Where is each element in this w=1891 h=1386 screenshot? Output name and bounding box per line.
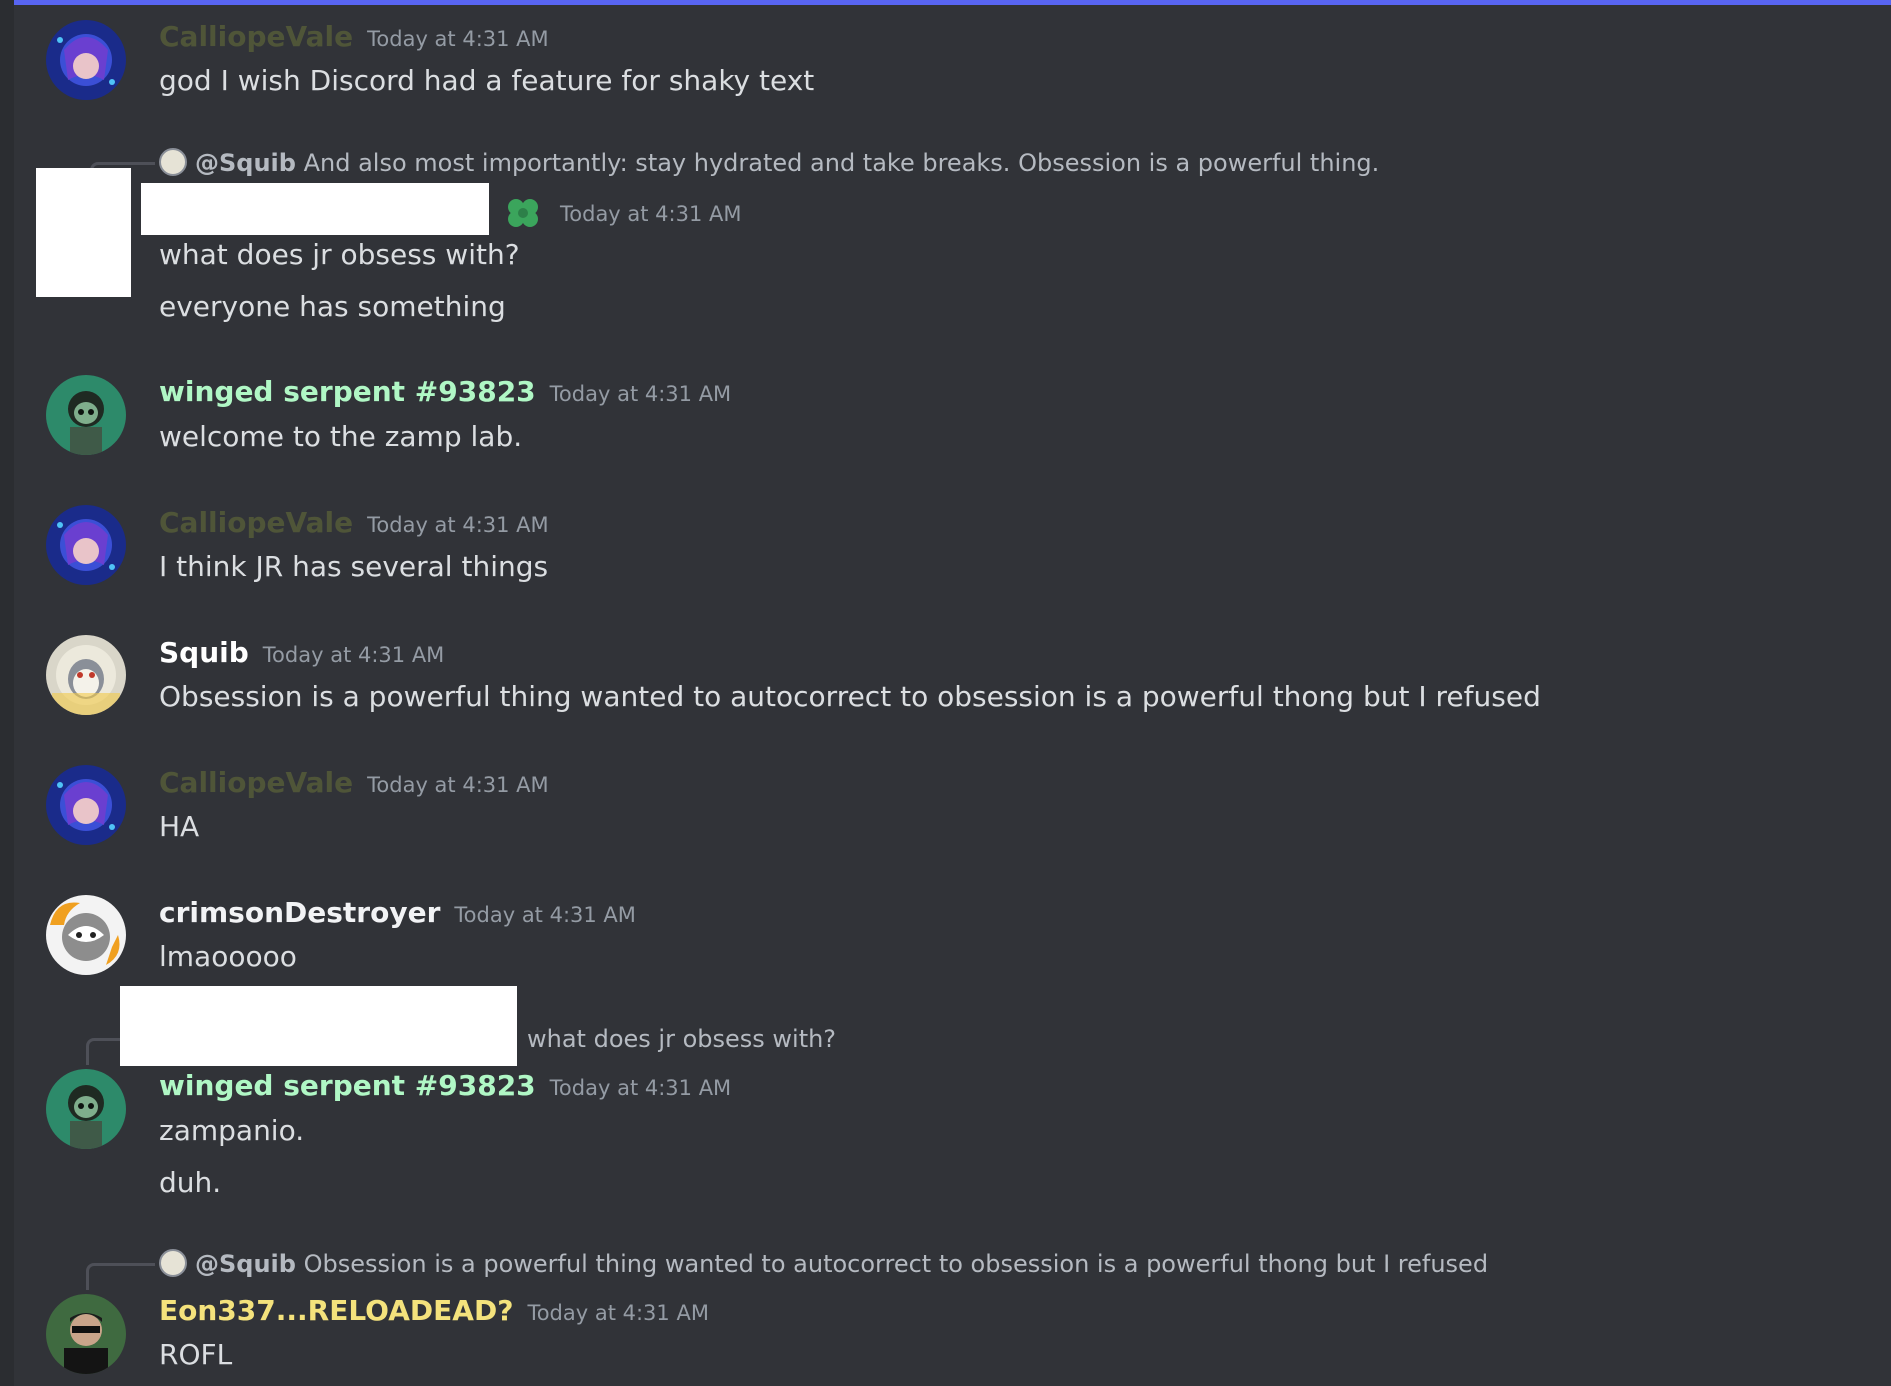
- redacted-reply-author: [120, 986, 517, 1066]
- username[interactable]: winged serpent #93823: [159, 375, 536, 408]
- message-text: welcome to the zamp lab.: [159, 420, 523, 453]
- message-text: HA: [159, 810, 200, 843]
- redacted-avatar: [36, 168, 131, 297]
- username[interactable]: CalliopeVale: [159, 766, 353, 799]
- reply-preview[interactable]: @Squib Obsession is a powerful thing wan…: [159, 1249, 1488, 1278]
- username[interactable]: CalliopeVale: [159, 20, 353, 53]
- scroll-gutter: [0, 0, 14, 1386]
- winged-serpent-avatar[interactable]: [46, 1069, 126, 1149]
- reply-snippet: what does jr obsess with?: [527, 1025, 837, 1053]
- username[interactable]: Squib: [159, 636, 249, 669]
- username[interactable]: winged serpent #93823: [159, 1069, 536, 1102]
- calliope-avatar[interactable]: [46, 505, 126, 585]
- redacted-username: [141, 183, 489, 235]
- message-text: god I wish Discord had a feature for sha…: [159, 64, 815, 97]
- calliope-avatar[interactable]: [46, 765, 126, 845]
- reply-snippet: Obsession is a powerful thing wanted to …: [303, 1250, 1489, 1278]
- message-text: what does jr obsess with?: [159, 238, 520, 271]
- timestamp: Today at 4:31 AM: [454, 903, 636, 927]
- timestamp: Today at 4:31 AM: [367, 27, 549, 51]
- message-text: everyone has something: [159, 290, 506, 323]
- message-text: ROFL: [159, 1338, 233, 1371]
- timestamp: Today at 4:31 AM: [560, 202, 742, 226]
- message-text: Obsession is a powerful thing wanted to …: [159, 680, 1541, 713]
- timestamp: Today at 4:31 AM: [262, 643, 445, 667]
- reply-mention[interactable]: @Squib: [195, 1250, 296, 1278]
- channel-accent-bar: [0, 0, 1891, 5]
- reply-mention[interactable]: @Squib: [195, 149, 296, 177]
- message-text: zampanio.: [159, 1114, 305, 1147]
- squib-avatar[interactable]: [46, 635, 126, 715]
- winged-serpent-avatar[interactable]: [46, 375, 126, 455]
- squib-mini-avatar: [159, 148, 187, 176]
- eon-avatar[interactable]: [46, 1294, 126, 1374]
- username[interactable]: crimsonDestroyer: [159, 896, 440, 929]
- message-text: I think JR has several things: [159, 550, 549, 583]
- reply-snippet: And also most importantly: stay hydrated…: [303, 149, 1380, 177]
- crimson-avatar[interactable]: [46, 895, 126, 975]
- timestamp: Today at 4:31 AM: [367, 513, 549, 537]
- username[interactable]: Eon337...RELOADEAD?: [159, 1294, 513, 1327]
- timestamp: Today at 4:31 AM: [549, 1076, 732, 1100]
- squib-mini-avatar: [159, 1249, 187, 1277]
- timestamp: Today at 4:31 AM: [367, 773, 549, 797]
- timestamp: Today at 4:31 AM: [527, 1301, 709, 1325]
- username[interactable]: CalliopeVale: [159, 506, 353, 539]
- message-text: lmaooooo: [159, 940, 297, 973]
- timestamp: Today at 4:31 AM: [549, 382, 732, 406]
- reply-preview[interactable]: what does jr obsess with?: [527, 1025, 836, 1053]
- reply-connector: [86, 1263, 155, 1290]
- reply-preview[interactable]: @Squib And also most importantly: stay h…: [159, 148, 1379, 177]
- message-text: duh.: [159, 1166, 222, 1199]
- clover-icon: [508, 199, 538, 227]
- calliope-avatar[interactable]: [46, 20, 126, 100]
